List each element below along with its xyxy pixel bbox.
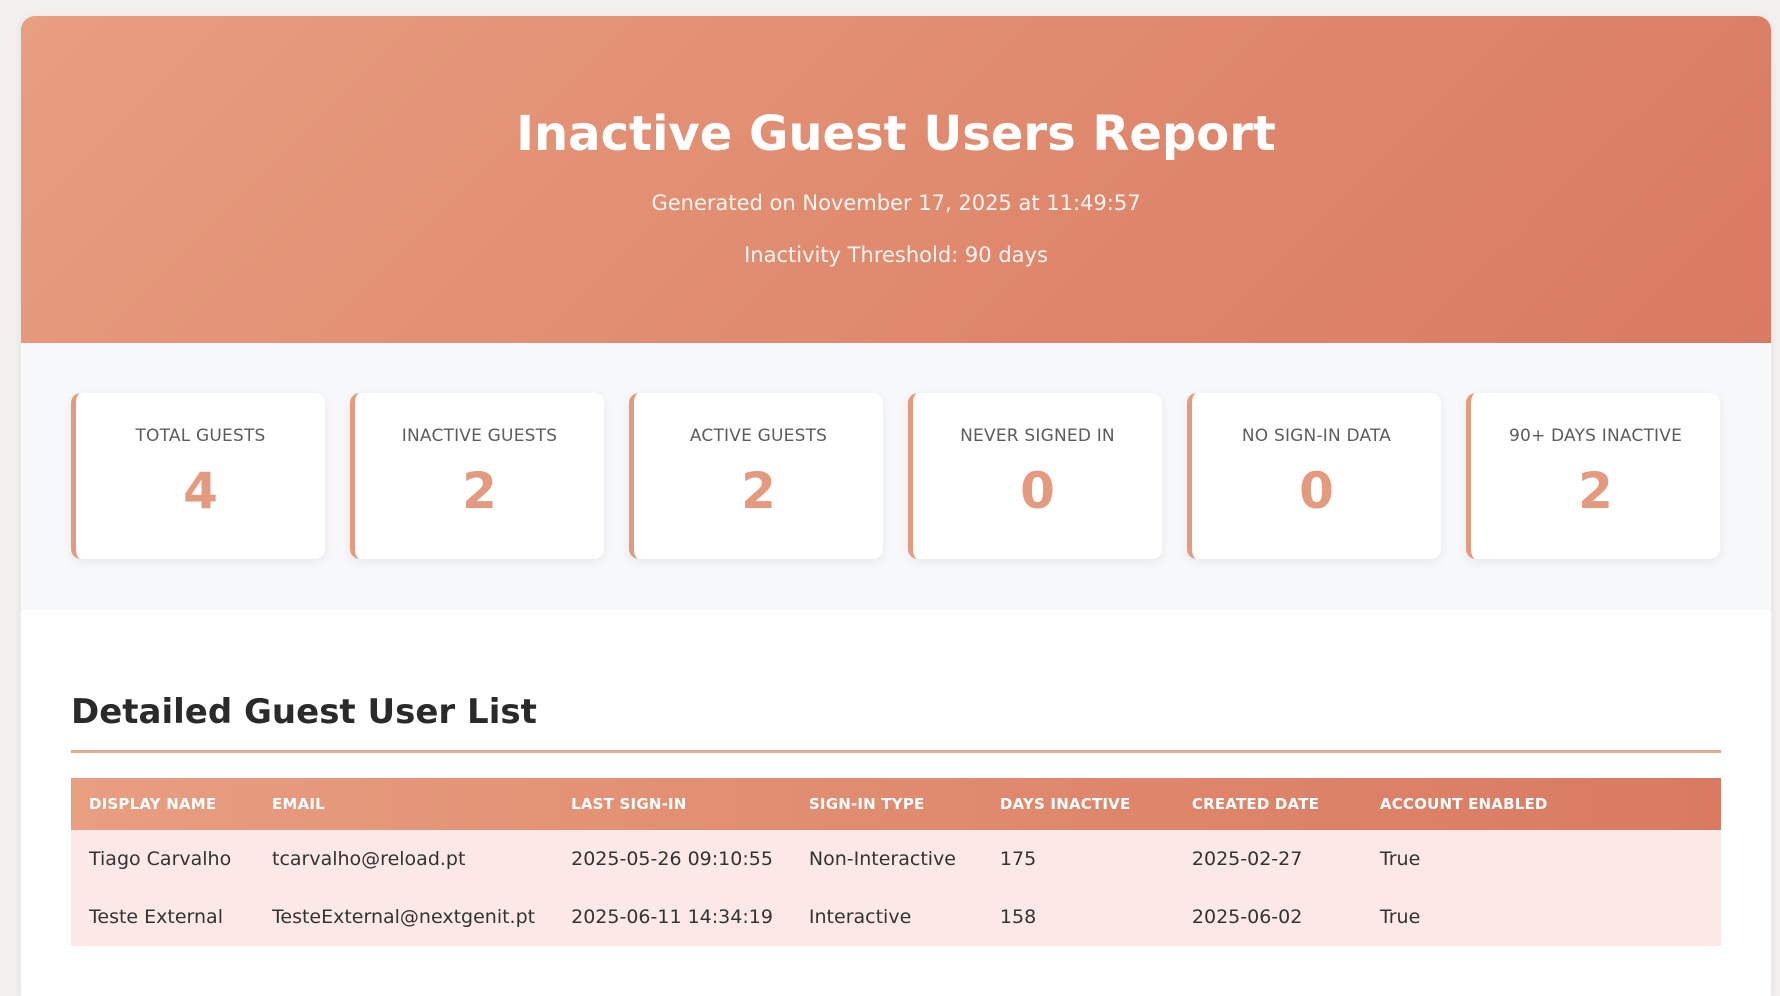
stat-card-90-days-inactive: 90+ DAYS INACTIVE 2 <box>1466 393 1720 559</box>
stat-value: 2 <box>462 462 497 520</box>
cell-sign-in-type: Non-Interactive <box>790 830 982 888</box>
column-header-last-sign-in[interactable]: LAST SIGN-IN <box>553 778 791 830</box>
column-header-days-inactive[interactable]: DAYS INACTIVE <box>982 778 1174 830</box>
cell-account-enabled: True <box>1361 830 1721 888</box>
cell-email: TesteExternal@nextgenit.pt <box>254 888 554 946</box>
report-header: Inactive Guest Users Report Generated on… <box>21 16 1771 343</box>
stat-card-total-guests: TOTAL GUESTS 4 <box>71 393 325 559</box>
column-header-display-name[interactable]: DISPLAY NAME <box>71 778 254 830</box>
cell-email: tcarvalho@reload.pt <box>254 830 554 888</box>
table-body: Tiago Carvalho tcarvalho@reload.pt 2025-… <box>71 830 1721 946</box>
cell-days-inactive: 175 <box>981 830 1174 888</box>
stat-label: TOTAL GUESTS <box>135 426 266 446</box>
stat-card-no-sign-in-data: NO SIGN-IN DATA 0 <box>1187 393 1441 559</box>
table-header: DISPLAY NAME EMAIL LAST SIGN-IN SIGN-IN … <box>71 778 1721 830</box>
stat-label: NO SIGN-IN DATA <box>1241 426 1392 446</box>
cell-days-inactive: 158 <box>981 888 1174 946</box>
stat-value: 4 <box>183 462 218 520</box>
stat-label: 90+ DAYS INACTIVE <box>1508 426 1683 446</box>
column-header-email[interactable]: EMAIL <box>254 778 553 830</box>
page-title: Inactive Guest Users Report <box>516 106 1276 162</box>
stat-label: INACTIVE GUESTS <box>401 426 558 446</box>
stat-value: 0 <box>1299 462 1334 520</box>
cell-sign-in-type: Interactive <box>790 888 982 946</box>
stat-value: 2 <box>741 462 776 520</box>
stat-card-active-guests: ACTIVE GUESTS 2 <box>629 393 883 559</box>
cell-display-name: Teste External <box>71 888 254 946</box>
generated-timestamp: Generated on November 17, 2025 at 11:49:… <box>651 191 1141 215</box>
stat-value: 2 <box>1578 462 1613 520</box>
cell-account-enabled: True <box>1361 888 1721 946</box>
stat-value: 0 <box>1020 462 1055 520</box>
stat-label: NEVER SIGNED IN <box>960 426 1115 446</box>
cell-last-sign-in: 2025-05-26 09:10:55 <box>553 830 791 888</box>
cell-created-date: 2025-02-27 <box>1173 830 1362 888</box>
column-header-account-enabled[interactable]: ACCOUNT ENABLED <box>1362 778 1721 830</box>
cell-last-sign-in: 2025-06-11 14:34:19 <box>553 888 791 946</box>
details-section: Detailed Guest User List DISPLAY NAME EM… <box>21 610 1771 946</box>
stat-label: ACTIVE GUESTS <box>689 426 828 446</box>
guest-user-table: DISPLAY NAME EMAIL LAST SIGN-IN SIGN-IN … <box>71 778 1721 946</box>
table-row: Tiago Carvalho tcarvalho@reload.pt 2025-… <box>71 830 1721 888</box>
column-header-created-date[interactable]: CREATED DATE <box>1174 778 1362 830</box>
report-container: Inactive Guest Users Report Generated on… <box>21 16 1771 996</box>
summary-stats: TOTAL GUESTS 4 INACTIVE GUESTS 2 ACTIVE … <box>21 343 1771 610</box>
stat-card-never-signed-in: NEVER SIGNED IN 0 <box>908 393 1162 559</box>
column-header-sign-in-type[interactable]: SIGN-IN TYPE <box>791 778 982 830</box>
table-row: Teste External TesteExternal@nextgenit.p… <box>71 888 1721 946</box>
stat-card-inactive-guests: INACTIVE GUESTS 2 <box>350 393 604 559</box>
section-title: Detailed Guest User List <box>71 688 1721 753</box>
cell-display-name: Tiago Carvalho <box>71 830 254 888</box>
table-header-row: DISPLAY NAME EMAIL LAST SIGN-IN SIGN-IN … <box>71 778 1721 830</box>
inactivity-threshold: Inactivity Threshold: 90 days <box>744 243 1048 267</box>
cell-created-date: 2025-06-02 <box>1173 888 1362 946</box>
